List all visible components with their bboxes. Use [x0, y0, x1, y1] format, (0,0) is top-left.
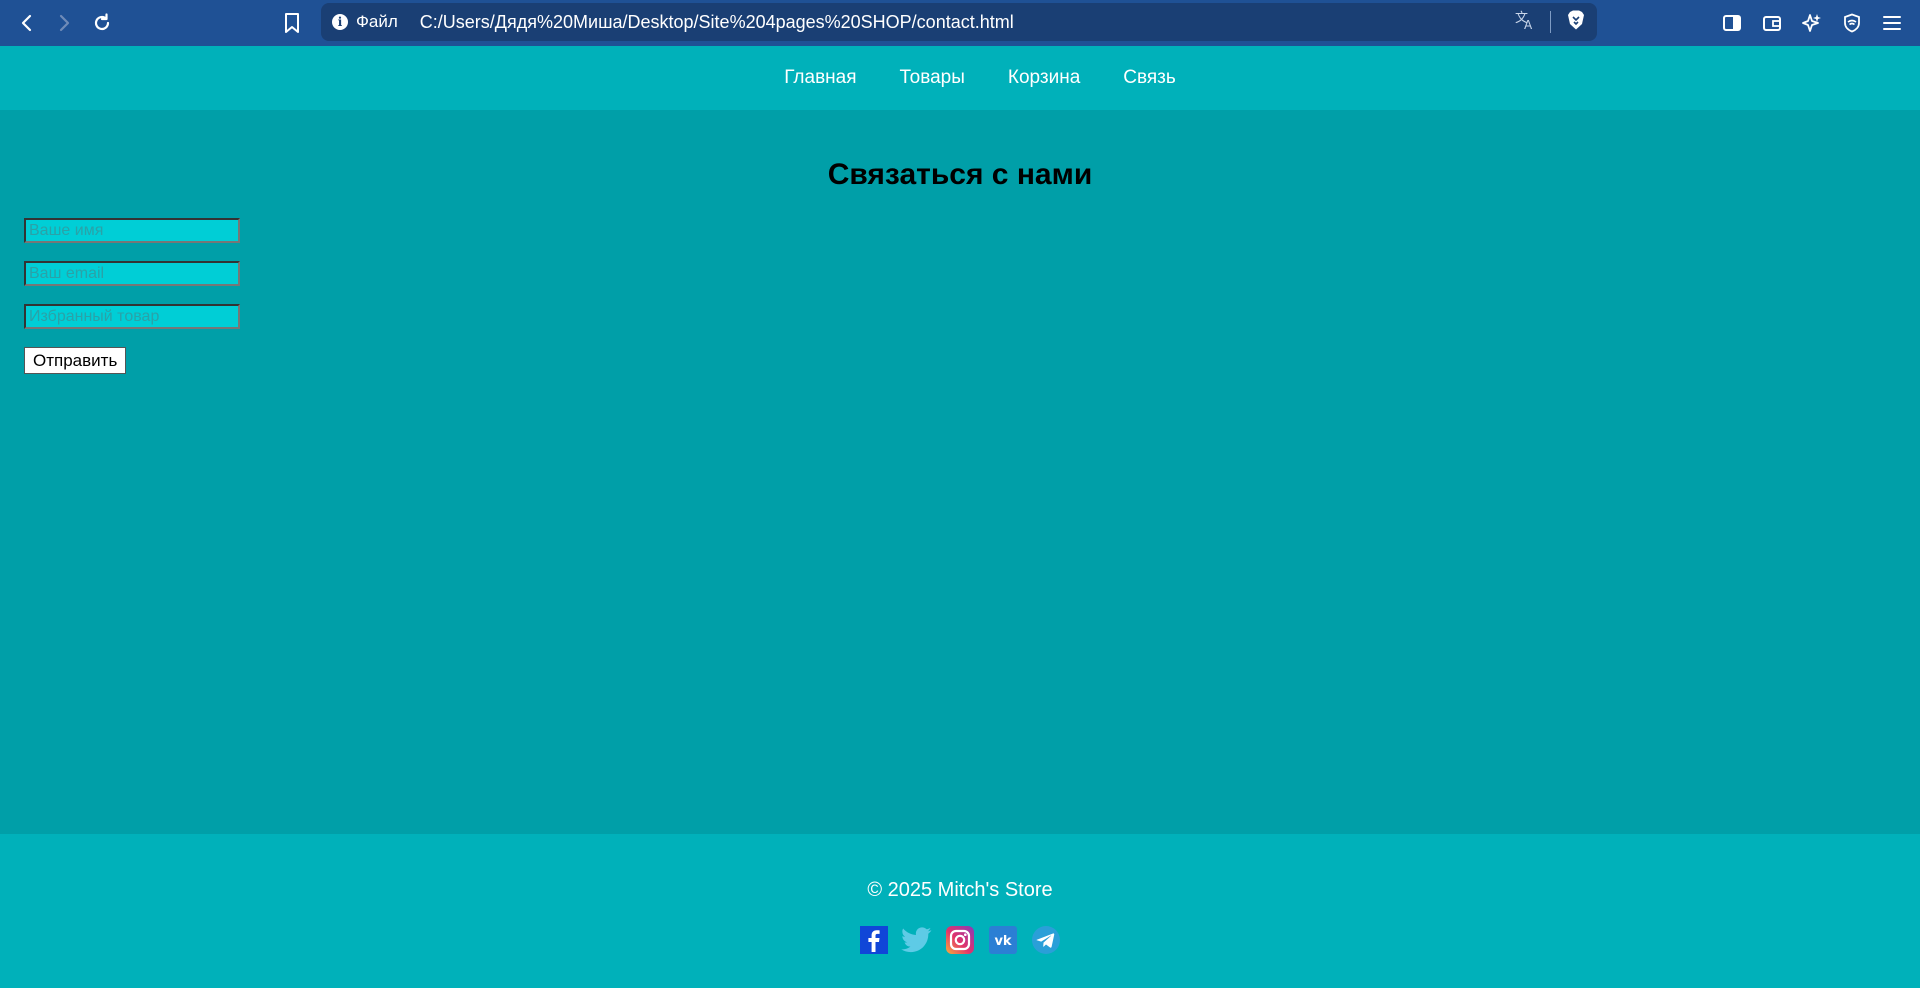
- address-bar[interactable]: i Файл C:/Users/Дядя%20Миша/Desktop/Site…: [321, 3, 1597, 41]
- page-title: Связаться с нами: [827, 158, 1093, 191]
- brave-shield-icon[interactable]: [1565, 9, 1587, 36]
- telegram-icon[interactable]: [1030, 924, 1062, 956]
- menu-icon[interactable]: [1878, 9, 1906, 37]
- instagram-icon[interactable]: [944, 924, 976, 956]
- leo-ai-icon[interactable]: [1798, 9, 1826, 37]
- url-text[interactable]: C:/Users/Дядя%20Миша/Desktop/Site%204pag…: [420, 12, 1014, 33]
- address-separator: [1550, 11, 1551, 33]
- contact-form: Отправить: [24, 218, 240, 374]
- nav-link-contact[interactable]: Связь: [1123, 67, 1176, 89]
- bookmark-icon[interactable]: [278, 9, 306, 37]
- site-footer: © 2025 Mitch's Store vk: [0, 834, 1920, 988]
- reload-icon[interactable]: [88, 9, 116, 37]
- browser-toolbar: i Файл C:/Users/Дядя%20Миша/Desktop/Site…: [0, 0, 1920, 46]
- forward-icon[interactable]: [50, 9, 78, 37]
- site-info-chip[interactable]: i Файл: [332, 12, 398, 32]
- name-input[interactable]: [24, 218, 240, 243]
- translate-icon[interactable]: 文A: [1514, 9, 1536, 36]
- twitter-icon[interactable]: [901, 924, 933, 956]
- submit-button[interactable]: Отправить: [24, 347, 127, 374]
- copyright-text: © 2025 Mitch's Store: [867, 879, 1053, 901]
- nav-link-home[interactable]: Главная: [784, 67, 856, 89]
- info-icon: i: [332, 14, 348, 30]
- site-header: Главная Товары Корзина Связь: [0, 46, 1920, 111]
- wallet-icon[interactable]: [1758, 9, 1786, 37]
- site-nav: Главная Товары Корзина Связь: [784, 67, 1176, 89]
- social-links: vk: [0, 924, 1920, 956]
- back-icon[interactable]: [13, 9, 41, 37]
- svg-text:vk: vk: [994, 934, 1011, 949]
- nav-link-cart[interactable]: Корзина: [1008, 67, 1080, 89]
- main-content: Связаться с нами Отправить: [0, 110, 1920, 834]
- favorite-product-input[interactable]: [24, 304, 240, 329]
- vpn-icon[interactable]: [1838, 9, 1866, 37]
- nav-link-products[interactable]: Товары: [900, 67, 965, 89]
- svg-text:A: A: [1524, 18, 1533, 31]
- file-label: Файл: [356, 12, 398, 31]
- email-input[interactable]: [24, 261, 240, 286]
- facebook-icon[interactable]: [858, 924, 890, 956]
- vk-icon[interactable]: vk: [987, 924, 1019, 956]
- sidebar-icon[interactable]: [1718, 9, 1746, 37]
